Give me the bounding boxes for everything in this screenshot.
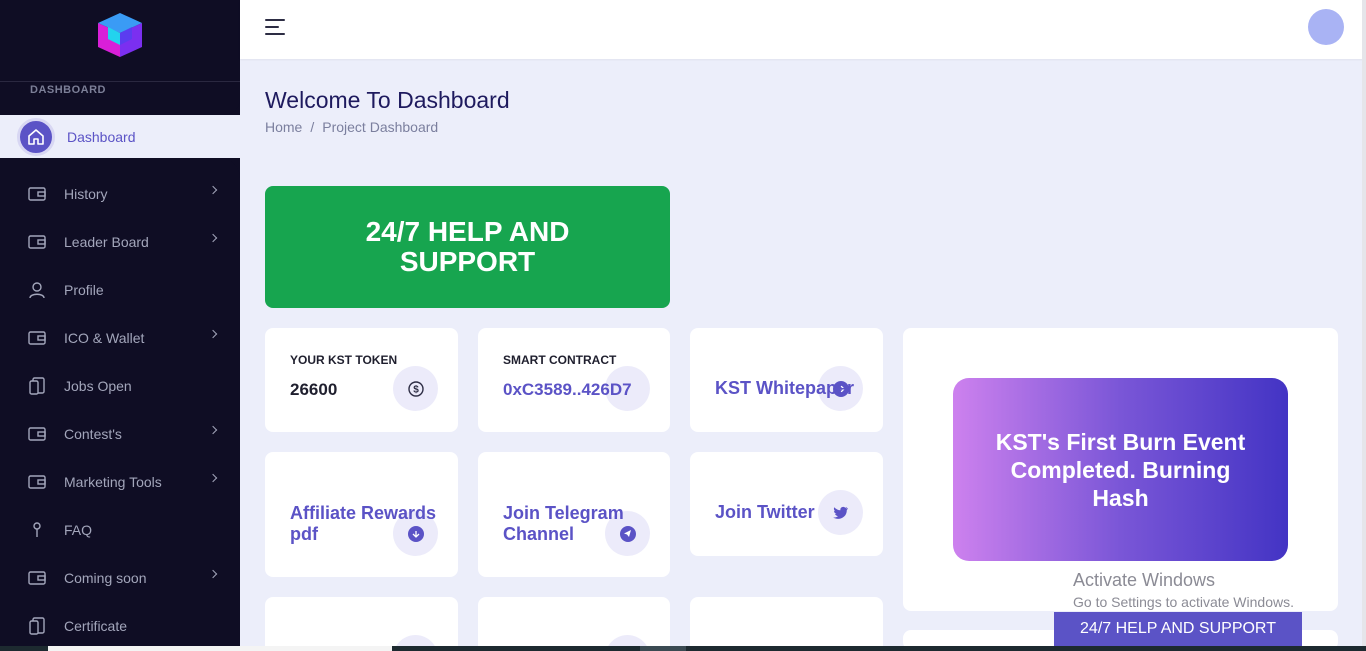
sidebar-item-label: Jobs Open	[64, 378, 132, 394]
token-label: YOUR KST TOKEN	[290, 353, 398, 367]
sidebar-item-marketing-tools[interactable]: Marketing Tools	[0, 462, 240, 502]
activate-title: Activate Windows	[1073, 570, 1216, 590]
breadcrumb-separator: /	[310, 119, 315, 135]
breadcrumb-current: Project Dashboard	[322, 119, 439, 135]
chevron-right-icon	[208, 185, 218, 195]
logo[interactable]	[94, 9, 146, 61]
affiliate-card[interactable]: Affiliate Rewards pdf	[265, 452, 458, 577]
sidebar-item-contests[interactable]: Contest's	[0, 414, 240, 454]
token-card: YOUR KST TOKEN 26600 $	[265, 328, 458, 432]
user-icon	[28, 281, 46, 299]
telegram-card[interactable]: Join Telegram Channel	[478, 452, 670, 577]
affiliate-link[interactable]: Affiliate Rewards pdf	[290, 503, 440, 545]
sidebar-section-label: DASHBOARD	[30, 84, 106, 96]
sidebar-item-label: Dashboard	[67, 128, 136, 145]
help-support-card[interactable]: 24/7 HELP AND SUPPORT	[265, 186, 670, 308]
taskbar-segment	[48, 646, 392, 651]
activate-windows-watermark: Activate Windows Go to Settings to activ…	[1073, 570, 1294, 610]
avatar[interactable]	[1308, 9, 1344, 45]
sidebar-item-faq[interactable]: FAQ	[0, 510, 240, 550]
document-icon	[28, 617, 46, 635]
twitter-card[interactable]: Join Twitter	[690, 452, 883, 556]
card-row3-2	[478, 597, 670, 651]
sidebar-item-label: Leader Board	[64, 234, 149, 250]
wallet-icon	[28, 473, 46, 491]
card-row3-3	[690, 597, 883, 651]
top-header	[240, 0, 1366, 59]
dollar-icon: $	[393, 366, 438, 411]
sidebar-item-ico-wallet[interactable]: ICO & Wallet	[0, 318, 240, 358]
telegram-link[interactable]: Join Telegram Channel	[503, 503, 633, 545]
sidebar-nav: History Leader Board Profile ICO & Walle…	[0, 158, 240, 651]
sidebar-item-leader-board[interactable]: Leader Board	[0, 222, 240, 262]
wallet-icon	[28, 569, 46, 587]
svg-text:$: $	[413, 384, 419, 395]
whitepaper-link[interactable]: KST Whitepaper	[715, 378, 854, 399]
sidebar-item-dashboard[interactable]: Dashboard	[14, 115, 240, 158]
document-icon	[28, 377, 46, 395]
activate-subtitle: Go to Settings to activate Windows.	[1073, 594, 1294, 610]
page-title: Welcome To Dashboard	[265, 87, 510, 113]
wallet-icon	[28, 233, 46, 251]
sidebar-item-label: Profile	[64, 282, 104, 298]
logo-area	[0, 0, 240, 82]
sidebar-item-history[interactable]: History	[0, 174, 240, 214]
twitter-link[interactable]: Join Twitter	[715, 502, 815, 523]
help-support-chat-button[interactable]: 24/7 HELP AND SUPPORT	[1054, 612, 1302, 646]
burn-event-banner[interactable]: KST's First Burn Event Completed. Burnin…	[953, 378, 1288, 561]
home-icon	[17, 117, 55, 156]
taskbar-segment	[640, 646, 686, 651]
contract-label: SMART CONTRACT	[503, 353, 617, 367]
scrollbar[interactable]	[1362, 0, 1366, 651]
whitepaper-card[interactable]: KST Whitepaper	[690, 328, 883, 432]
sidebar-item-coming-soon[interactable]: Coming soon	[0, 558, 240, 598]
chevron-right-icon	[208, 425, 218, 435]
pin-icon	[28, 521, 46, 539]
chevron-right-icon	[208, 329, 218, 339]
burn-event-text: KST's First Burn Event Completed. Burnin…	[995, 428, 1246, 511]
sidebar-item-label: Coming soon	[64, 570, 147, 586]
token-value: 26600	[290, 380, 338, 399]
sidebar-item-label: Contest's	[64, 426, 122, 442]
sidebar-item-label: ICO & Wallet	[64, 330, 145, 346]
wallet-icon	[28, 329, 46, 347]
breadcrumb: Home / Project Dashboard	[265, 119, 438, 135]
sidebar-item-jobs-open[interactable]: Jobs Open	[0, 366, 240, 406]
sidebar-item-label: History	[64, 186, 108, 202]
sidebar-item-label: Certificate	[64, 618, 128, 634]
wallet-icon	[28, 425, 46, 443]
help-support-text: 24/7 HELP AND SUPPORT	[365, 216, 570, 277]
contract-address[interactable]: 0xC3589..426D7	[503, 380, 632, 400]
breadcrumb-home[interactable]: Home	[265, 119, 302, 135]
chevron-right-icon	[208, 569, 218, 579]
sidebar-item-label: FAQ	[64, 522, 93, 538]
promo-card: KST's First Burn Event Completed. Burnin…	[903, 328, 1338, 611]
wallet-icon	[28, 185, 46, 203]
chevron-right-icon	[208, 233, 218, 243]
sidebar-item-profile[interactable]: Profile	[0, 270, 240, 310]
chevron-right-icon	[208, 473, 218, 483]
taskbar	[0, 646, 1366, 651]
sidebar-item-label: Marketing Tools	[64, 474, 162, 490]
twitter-icon	[818, 490, 863, 535]
contract-card[interactable]: SMART CONTRACT 0xC3589..426D7	[478, 328, 670, 432]
card-row3-1	[265, 597, 458, 651]
sidebar-item-certificate[interactable]: Certificate	[0, 606, 240, 646]
menu-toggle-icon[interactable]	[265, 19, 285, 35]
